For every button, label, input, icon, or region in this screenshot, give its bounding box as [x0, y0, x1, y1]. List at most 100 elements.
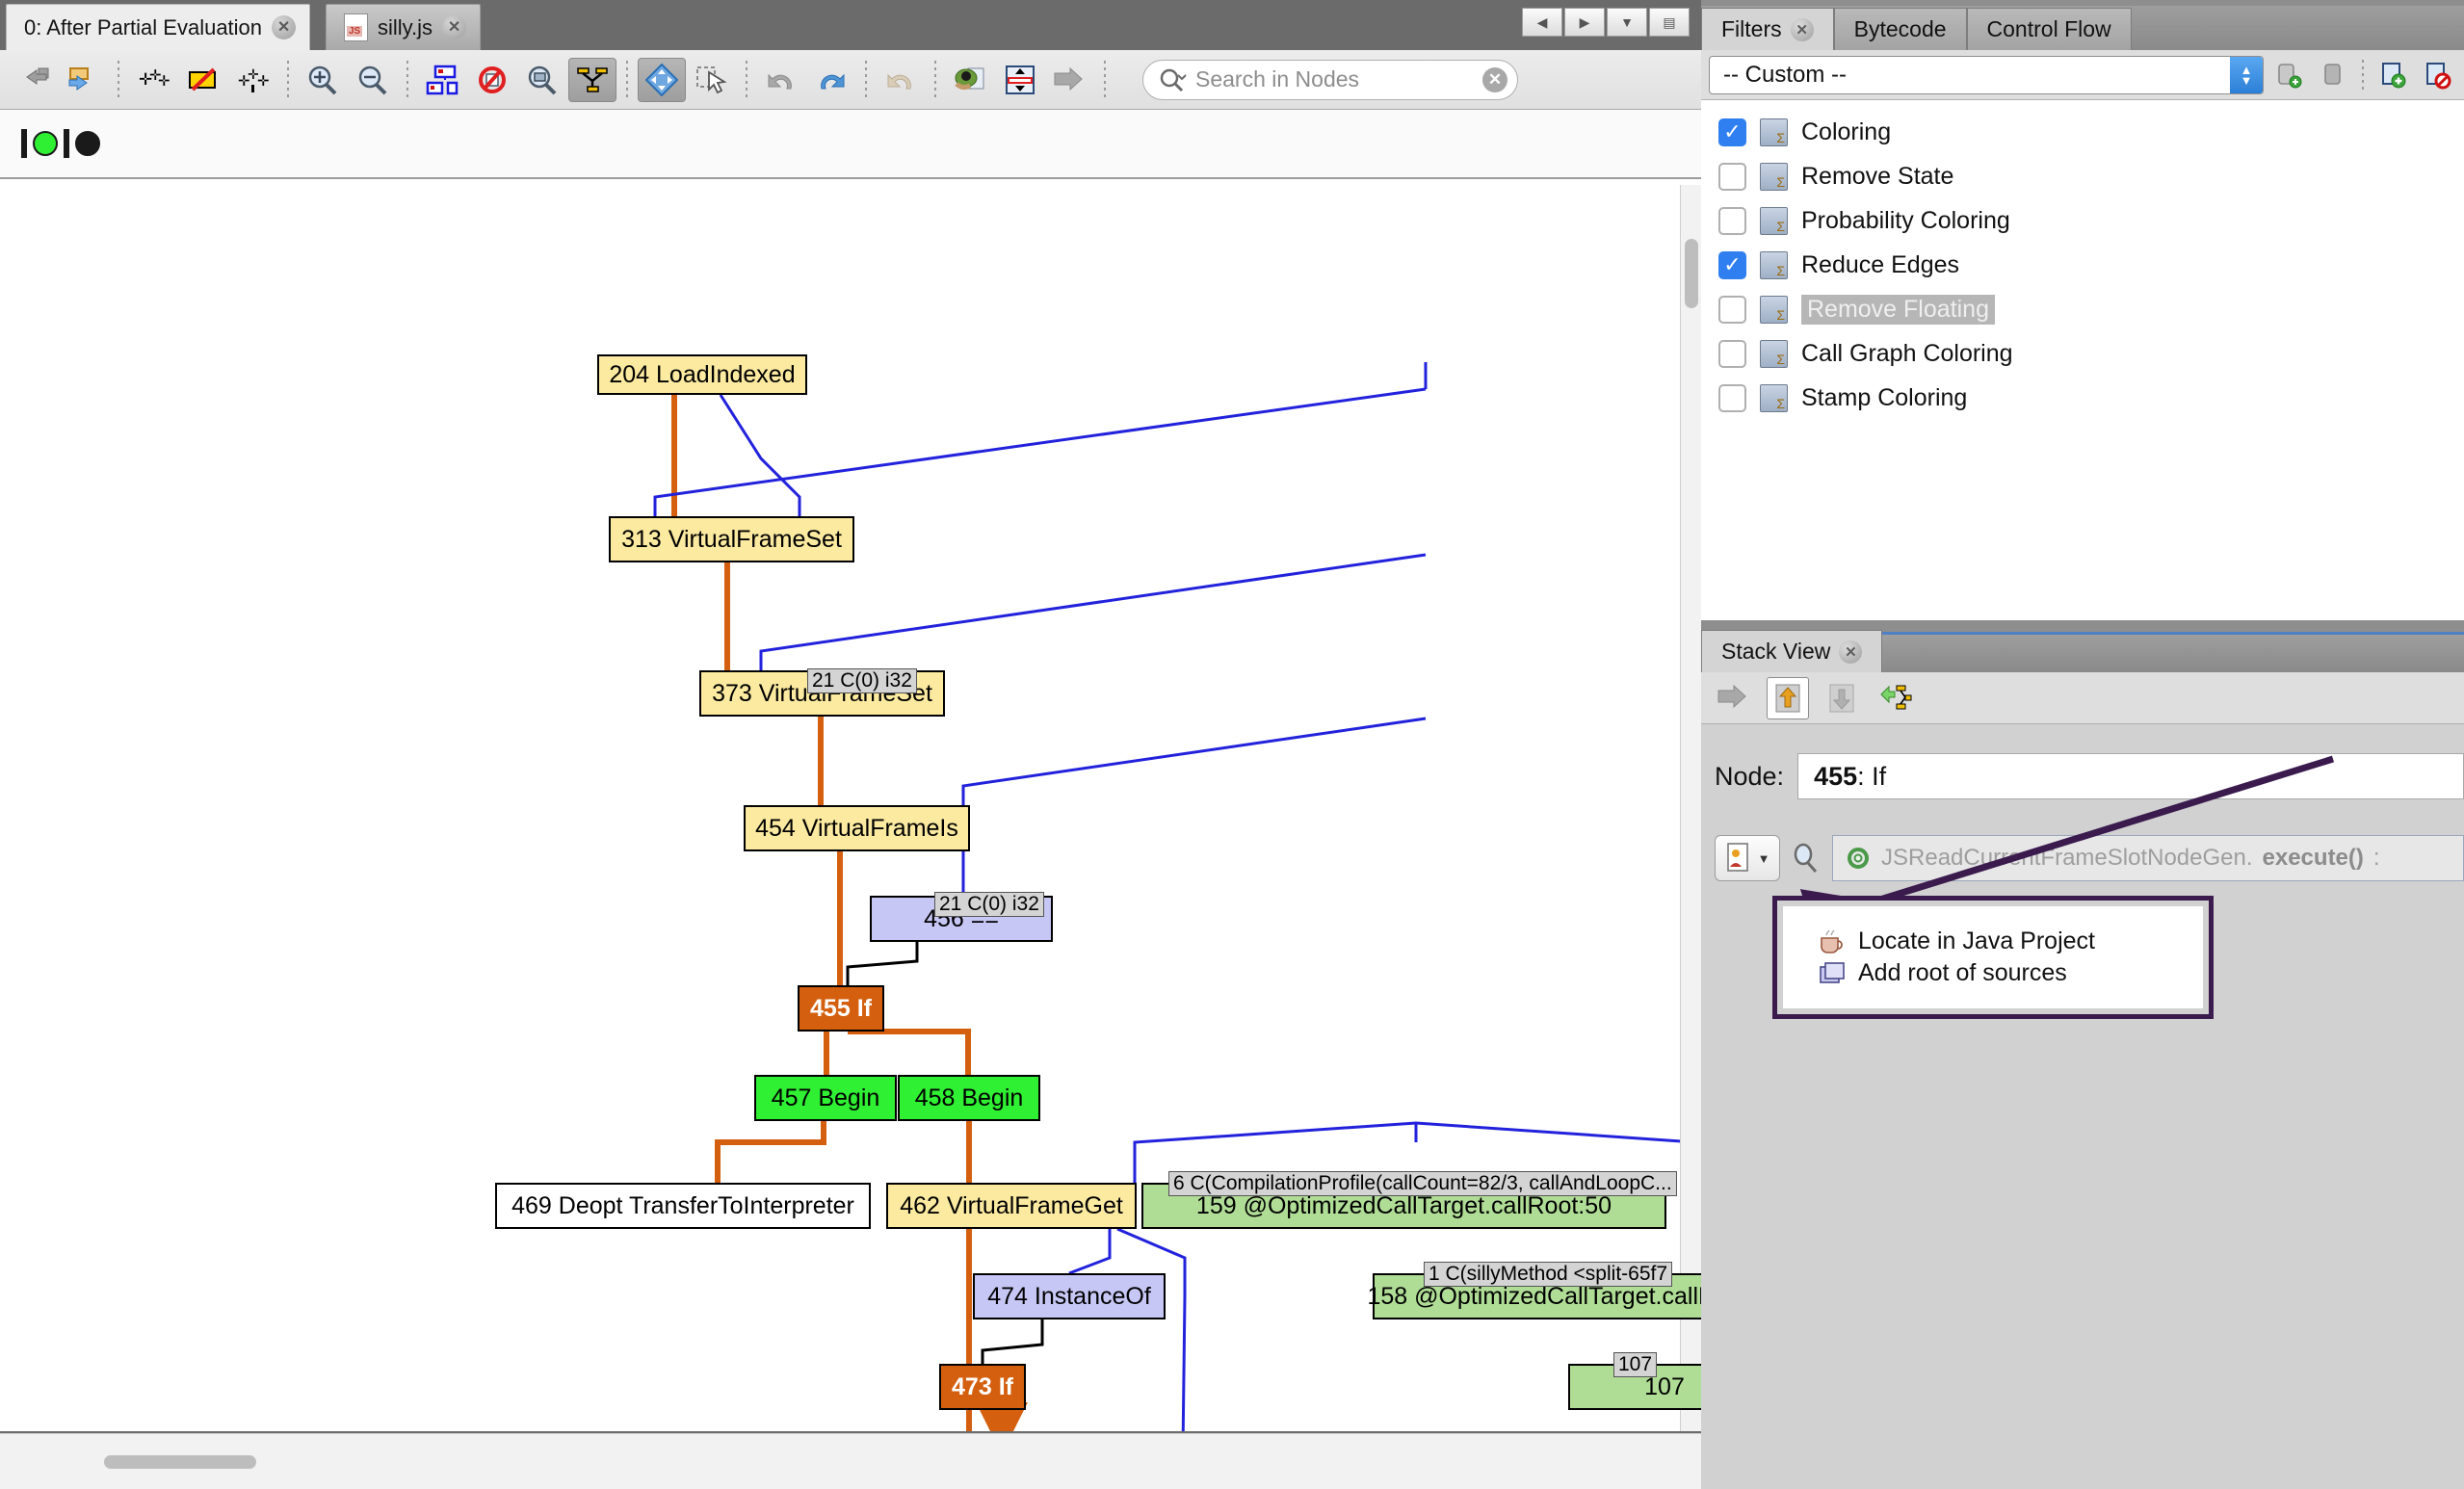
export-button[interactable] [1046, 58, 1094, 102]
scrollbar-thumb[interactable] [1685, 239, 1698, 308]
node-value-field[interactable]: 455: If [1797, 753, 2464, 799]
graph-node-458[interactable]: 458 Begin [898, 1075, 1040, 1121]
step-up-icon[interactable] [1767, 677, 1809, 719]
filter-checkbox[interactable] [1718, 296, 1746, 324]
chevron-updown-icon[interactable]: ▲▼ [2230, 57, 2263, 93]
filter-checkbox[interactable] [1718, 384, 1746, 412]
search-icon [1159, 67, 1188, 92]
satellite-bar-mid [64, 129, 69, 158]
menu-item-locate-in-java-project[interactable]: Locate in Java Project [1818, 927, 2203, 955]
show-successors-button[interactable] [418, 58, 466, 102]
new-filter-icon[interactable] [2373, 56, 2412, 94]
filter-profile-select[interactable]: -- Custom -- ▲▼ [1709, 56, 2264, 94]
tab-filters[interactable]: Filters ✕ [1701, 8, 1834, 50]
filter-row-1[interactable]: ΣRemove State [1701, 154, 2464, 198]
source-path-prefix: JSReadCurrentFrameSlotNodeGen. [1881, 845, 2253, 872]
graph-node-313[interactable]: 313 VirtualFrameSet [609, 516, 854, 562]
show-graph-icon[interactable] [1874, 677, 1917, 719]
zoom-in-button[interactable] [299, 58, 347, 102]
canvas-vertical-scrollbar[interactable] [1680, 185, 1701, 1431]
graph-node-474[interactable]: 474 InstanceOf [973, 1273, 1166, 1319]
filter-row-5[interactable]: ΣCall Graph Coloring [1701, 331, 2464, 376]
prev-graph-button[interactable] [10, 58, 58, 102]
previous-tab-button[interactable]: ◀ [1522, 8, 1562, 37]
next-tab-button[interactable]: ▶ [1564, 8, 1605, 37]
filter-row-2[interactable]: ΣProbability Coloring [1701, 198, 2464, 243]
scrollbar-thumb[interactable] [104, 1455, 256, 1469]
save-filter-icon[interactable] [2269, 56, 2308, 94]
show-all-nodes-button[interactable]: ✛ ✛ ✛ [229, 58, 277, 102]
clear-search-icon[interactable]: ✕ [1482, 67, 1507, 92]
split-view-button[interactable] [996, 58, 1044, 102]
tab-list-button[interactable]: ▼ [1607, 8, 1647, 37]
edge-label-0: 21 C(0) i32 [807, 668, 917, 693]
filter-script-icon: Σ [1760, 118, 1788, 146]
chevron-down-icon[interactable]: ▼ [1758, 851, 1770, 866]
hide-node-button[interactable] [179, 58, 227, 102]
close-icon[interactable]: ✕ [1839, 640, 1862, 664]
filter-checkbox[interactable] [1718, 163, 1746, 191]
menu-item-label: Locate in Java Project [1858, 927, 2095, 955]
filter-label: Call Graph Coloring [1801, 340, 2013, 368]
filter-checkbox[interactable]: ✓ [1718, 118, 1746, 146]
graph-editor-pane: 0: After Partial Evaluation ✕ silly.js ✕… [0, 0, 1701, 1489]
next-graph-button[interactable] [60, 58, 108, 102]
undo-all-button[interactable] [877, 58, 925, 102]
tab-after-partial-evaluation[interactable]: 0: After Partial Evaluation ✕ [6, 4, 310, 50]
delete-filter-icon[interactable] [2314, 56, 2352, 94]
filter-label: Stamp Coloring [1801, 384, 1967, 412]
graph-node-455[interactable]: 455 If [798, 985, 884, 1032]
tab-bytecode[interactable]: Bytecode [1834, 8, 1967, 50]
satellite-bar-left [21, 129, 27, 158]
tab-silly-js[interactable]: silly.js ✕ [326, 4, 481, 50]
source-type-dropdown[interactable]: ▼ [1715, 835, 1780, 881]
color-scheme-button[interactable] [946, 58, 994, 102]
close-icon[interactable]: ✕ [1791, 18, 1814, 41]
redo-button[interactable] [807, 58, 855, 102]
filter-checkbox[interactable] [1718, 340, 1746, 368]
close-icon[interactable]: ✕ [442, 15, 466, 39]
graph-toolbar: ✛ ✛ ✛ ✛ ✛ ✛ [0, 50, 1701, 110]
maximize-button[interactable]: ▤ [1649, 8, 1690, 37]
toolbar-separator [118, 61, 119, 99]
search-icon[interactable] [1790, 841, 1822, 875]
graph-node-469[interactable]: 469 Deopt TransferToInterpreter [495, 1183, 871, 1229]
source-path-field[interactable]: JSReadCurrentFrameSlotNodeGen.execute(): [1832, 835, 2464, 881]
filter-row-3[interactable]: ✓ΣReduce Edges [1701, 243, 2464, 287]
graph-node-457[interactable]: 457 Begin [754, 1075, 897, 1121]
expand-nodes-button[interactable]: ✛ ✛ ✛ [129, 58, 177, 102]
context-menu-highlight: Locate in Java Project Add root of sourc… [1772, 896, 2214, 1019]
context-menu[interactable]: Locate in Java Project Add root of sourc… [1783, 906, 2203, 1008]
filter-checkbox[interactable] [1718, 207, 1746, 235]
graph-node-462[interactable]: 462 VirtualFrameGet [886, 1183, 1137, 1229]
step-down-icon[interactable] [1821, 677, 1863, 719]
tab-control-flow[interactable]: Control Flow [1967, 8, 2132, 50]
filter-checkbox[interactable]: ✓ [1718, 251, 1746, 279]
canvas-horizontal-scrollbar[interactable] [0, 1433, 1701, 1489]
node-id: 455 [1814, 762, 1857, 792]
filter-row-6[interactable]: ΣStamp Coloring [1701, 376, 2464, 420]
hide-all-button[interactable] [468, 58, 516, 102]
go-to-node-icon[interactable] [1713, 677, 1755, 719]
remove-filter-icon[interactable] [2418, 56, 2456, 94]
graph-node-473[interactable]: 473 If [939, 1364, 1026, 1410]
tab-label: Bytecode [1854, 16, 1947, 42]
select-mode-button[interactable] [688, 58, 736, 102]
graph-node-204[interactable]: 204 LoadIndexed [597, 354, 807, 395]
close-icon[interactable]: ✕ [272, 15, 296, 39]
cluster-layout-button[interactable] [568, 58, 616, 102]
pan-mode-button[interactable] [638, 58, 686, 102]
menu-item-label: Add root of sources [1858, 959, 2067, 987]
menu-item-add-root-of-sources[interactable]: Add root of sources [1818, 959, 2203, 987]
filter-label: Reduce Edges [1801, 251, 1959, 279]
search-input[interactable]: Search in Nodes [1195, 66, 1475, 92]
filter-row-4[interactable]: ΣRemove Floating [1701, 287, 2464, 331]
undo-button[interactable] [757, 58, 805, 102]
search-field[interactable]: Search in Nodes ✕ [1142, 60, 1518, 100]
zoom-out-button[interactable] [349, 58, 397, 102]
zoom-fit-button[interactable] [518, 58, 566, 102]
graph-node-454[interactable]: 454 VirtualFrameIs [744, 805, 970, 851]
tab-stack-view[interactable]: Stack View ✕ [1701, 630, 1882, 672]
filter-row-0[interactable]: ✓ΣColoring [1701, 110, 2464, 154]
graph-canvas[interactable]: 204 LoadIndexed313 VirtualFrameSet373 Vi… [0, 179, 1701, 1431]
